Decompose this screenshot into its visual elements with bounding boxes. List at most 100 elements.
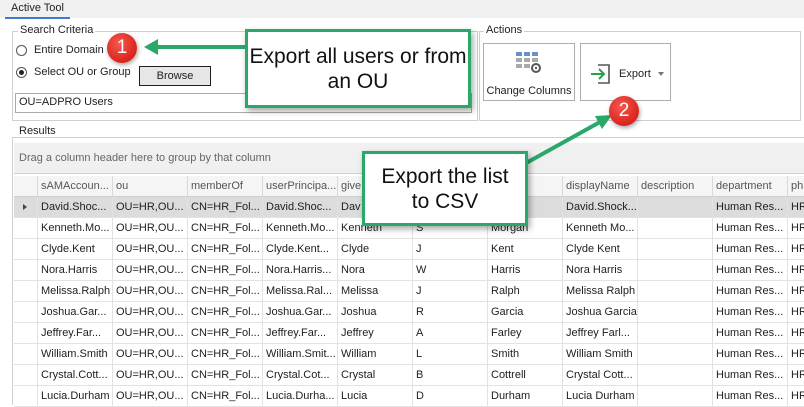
- column-header-userprincipalname[interactable]: userPrincipa...: [263, 176, 338, 196]
- cell-givenname[interactable]: William: [338, 344, 413, 365]
- cell-givenname[interactable]: Crystal: [338, 365, 413, 386]
- cell-userprincipalname[interactable]: Kenneth.Mo...: [263, 218, 338, 239]
- row-indicator-cell[interactable]: [14, 365, 38, 386]
- cell-givenname[interactable]: Joshua: [338, 302, 413, 323]
- cell-memberof[interactable]: CN=HR_Fol...: [188, 365, 263, 386]
- row-indicator-cell[interactable]: [14, 302, 38, 323]
- row-indicator-cell[interactable]: [14, 281, 38, 302]
- cell-phone[interactable]: HR: [788, 344, 804, 365]
- cell-department[interactable]: Human Res...: [713, 218, 788, 239]
- cell-surname[interactable]: Farley: [488, 323, 563, 344]
- cell-description[interactable]: [638, 344, 713, 365]
- cell-samaccountname[interactable]: Melissa.Ralph: [38, 281, 113, 302]
- cell-samaccountname[interactable]: Nora.Harris: [38, 260, 113, 281]
- row-indicator-cell[interactable]: [14, 218, 38, 239]
- table-row[interactable]: William.Smith OU=HR,OU... CN=HR_Fol... Will…: [14, 344, 804, 365]
- cell-department[interactable]: Human Res...: [713, 344, 788, 365]
- browse-button[interactable]: Browse: [139, 66, 211, 86]
- table-row[interactable]: Jeffrey.Far... OU=HR,OU... CN=HR_Fol... Jef…: [14, 323, 804, 344]
- cell-phone[interactable]: HR: [788, 323, 804, 344]
- cell-phone[interactable]: HR: [788, 260, 804, 281]
- cell-department[interactable]: Human Res...: [713, 302, 788, 323]
- cell-displayname[interactable]: David.Shock...: [563, 197, 638, 218]
- cell-userprincipalname[interactable]: Jeffrey.Far...: [263, 323, 338, 344]
- cell-userprincipalname[interactable]: William.Smit...: [263, 344, 338, 365]
- cell-samaccountname[interactable]: Joshua.Gar...: [38, 302, 113, 323]
- cell-department[interactable]: Human Res...: [713, 197, 788, 218]
- column-header-displayname[interactable]: displayName: [563, 176, 638, 196]
- cell-phone[interactable]: HR: [788, 281, 804, 302]
- cell-description[interactable]: [638, 281, 713, 302]
- cell-surname[interactable]: Cottrell: [488, 365, 563, 386]
- column-header-description[interactable]: description: [638, 176, 713, 196]
- row-indicator-cell[interactable]: [14, 344, 38, 365]
- cell-ou[interactable]: OU=HR,OU...: [113, 302, 188, 323]
- cell-department[interactable]: Human Res...: [713, 323, 788, 344]
- cell-surname[interactable]: Smith: [488, 344, 563, 365]
- cell-displayname[interactable]: Joshua Garcia: [563, 302, 638, 323]
- cell-displayname[interactable]: William Smith: [563, 344, 638, 365]
- cell-initials[interactable]: J: [413, 239, 488, 260]
- column-header-phone[interactable]: ph: [788, 176, 804, 196]
- cell-ou[interactable]: OU=HR,OU...: [113, 239, 188, 260]
- cell-initials[interactable]: W: [413, 260, 488, 281]
- cell-userprincipalname[interactable]: Crystal.Cot...: [263, 365, 338, 386]
- change-columns-button[interactable]: Change Columns: [483, 43, 575, 101]
- cell-initials[interactable]: A: [413, 323, 488, 344]
- cell-samaccountname[interactable]: Kenneth.Mo...: [38, 218, 113, 239]
- cell-phone[interactable]: HR: [788, 365, 804, 386]
- row-indicator-cell[interactable]: [14, 260, 38, 281]
- cell-displayname[interactable]: Jeffrey Farl...: [563, 323, 638, 344]
- row-indicator-cell[interactable]: [14, 239, 38, 260]
- cell-surname[interactable]: Garcia: [488, 302, 563, 323]
- cell-phone[interactable]: HR: [788, 197, 804, 218]
- cell-userprincipalname[interactable]: Clyde.Kent...: [263, 239, 338, 260]
- cell-ou[interactable]: OU=HR,OU...: [113, 218, 188, 239]
- cell-memberof[interactable]: CN=HR_Fol...: [188, 281, 263, 302]
- cell-displayname[interactable]: Clyde Kent: [563, 239, 638, 260]
- cell-userprincipalname[interactable]: Joshua.Gar...: [263, 302, 338, 323]
- cell-memberof[interactable]: CN=HR_Fol...: [188, 197, 263, 218]
- cell-ou[interactable]: OU=HR,OU...: [113, 260, 188, 281]
- cell-ou[interactable]: OU=HR,OU...: [113, 365, 188, 386]
- cell-displayname[interactable]: Melissa Ralph: [563, 281, 638, 302]
- cell-department[interactable]: Human Res...: [713, 239, 788, 260]
- cell-givenname[interactable]: Melissa: [338, 281, 413, 302]
- cell-description[interactable]: [638, 218, 713, 239]
- cell-initials[interactable]: R: [413, 302, 488, 323]
- cell-samaccountname[interactable]: David.Shoc...: [38, 197, 113, 218]
- cell-description[interactable]: [638, 197, 713, 218]
- cell-phone[interactable]: HR: [788, 302, 804, 323]
- table-row[interactable]: Melissa.Ralph OU=HR,OU... CN=HR_Fol... Meli…: [14, 281, 804, 302]
- cell-department[interactable]: Human Res...: [713, 260, 788, 281]
- cell-memberof[interactable]: CN=HR_Fol...: [188, 302, 263, 323]
- cell-initials[interactable]: J: [413, 281, 488, 302]
- cell-memberof[interactable]: CN=HR_Fol...: [188, 218, 263, 239]
- entire-domain-radio[interactable]: [16, 45, 27, 56]
- cell-description[interactable]: [638, 239, 713, 260]
- cell-description[interactable]: [638, 365, 713, 386]
- cell-displayname[interactable]: Nora Harris: [563, 260, 638, 281]
- cell-department[interactable]: Human Res...: [713, 365, 788, 386]
- tab-active-tool[interactable]: Active Tool: [5, 0, 70, 19]
- cell-displayname[interactable]: Kenneth Mo...: [563, 218, 638, 239]
- column-header-ou[interactable]: ou: [113, 176, 188, 196]
- cell-description[interactable]: [638, 260, 713, 281]
- cell-description[interactable]: [638, 302, 713, 323]
- table-row[interactable]: Joshua.Gar... OU=HR,OU... CN=HR_Fol... Josh…: [14, 302, 804, 323]
- column-header-memberof[interactable]: memberOf: [188, 176, 263, 196]
- cell-userprincipalname[interactable]: David.Shoc...: [263, 197, 338, 218]
- cell-description[interactable]: [638, 323, 713, 344]
- cell-department[interactable]: Human Res...: [713, 281, 788, 302]
- table-row[interactable]: Crystal.Cott... OU=HR,OU... CN=HR_Fol... Cr…: [14, 365, 804, 386]
- cell-displayname[interactable]: Crystal Cott...: [563, 365, 638, 386]
- cell-memberof[interactable]: CN=HR_Fol...: [188, 344, 263, 365]
- cell-phone[interactable]: HR: [788, 239, 804, 260]
- column-header-samaccountname[interactable]: sAMAccoun...: [38, 176, 113, 196]
- table-row[interactable]: Nora.Harris OU=HR,OU... CN=HR_Fol... Nora.H…: [14, 260, 804, 281]
- cell-samaccountname[interactable]: Clyde.Kent: [38, 239, 113, 260]
- row-indicator-cell[interactable]: [14, 323, 38, 344]
- cell-samaccountname[interactable]: William.Smith: [38, 344, 113, 365]
- cell-memberof[interactable]: CN=HR_Fol...: [188, 239, 263, 260]
- cell-userprincipalname[interactable]: Melissa.Ral...: [263, 281, 338, 302]
